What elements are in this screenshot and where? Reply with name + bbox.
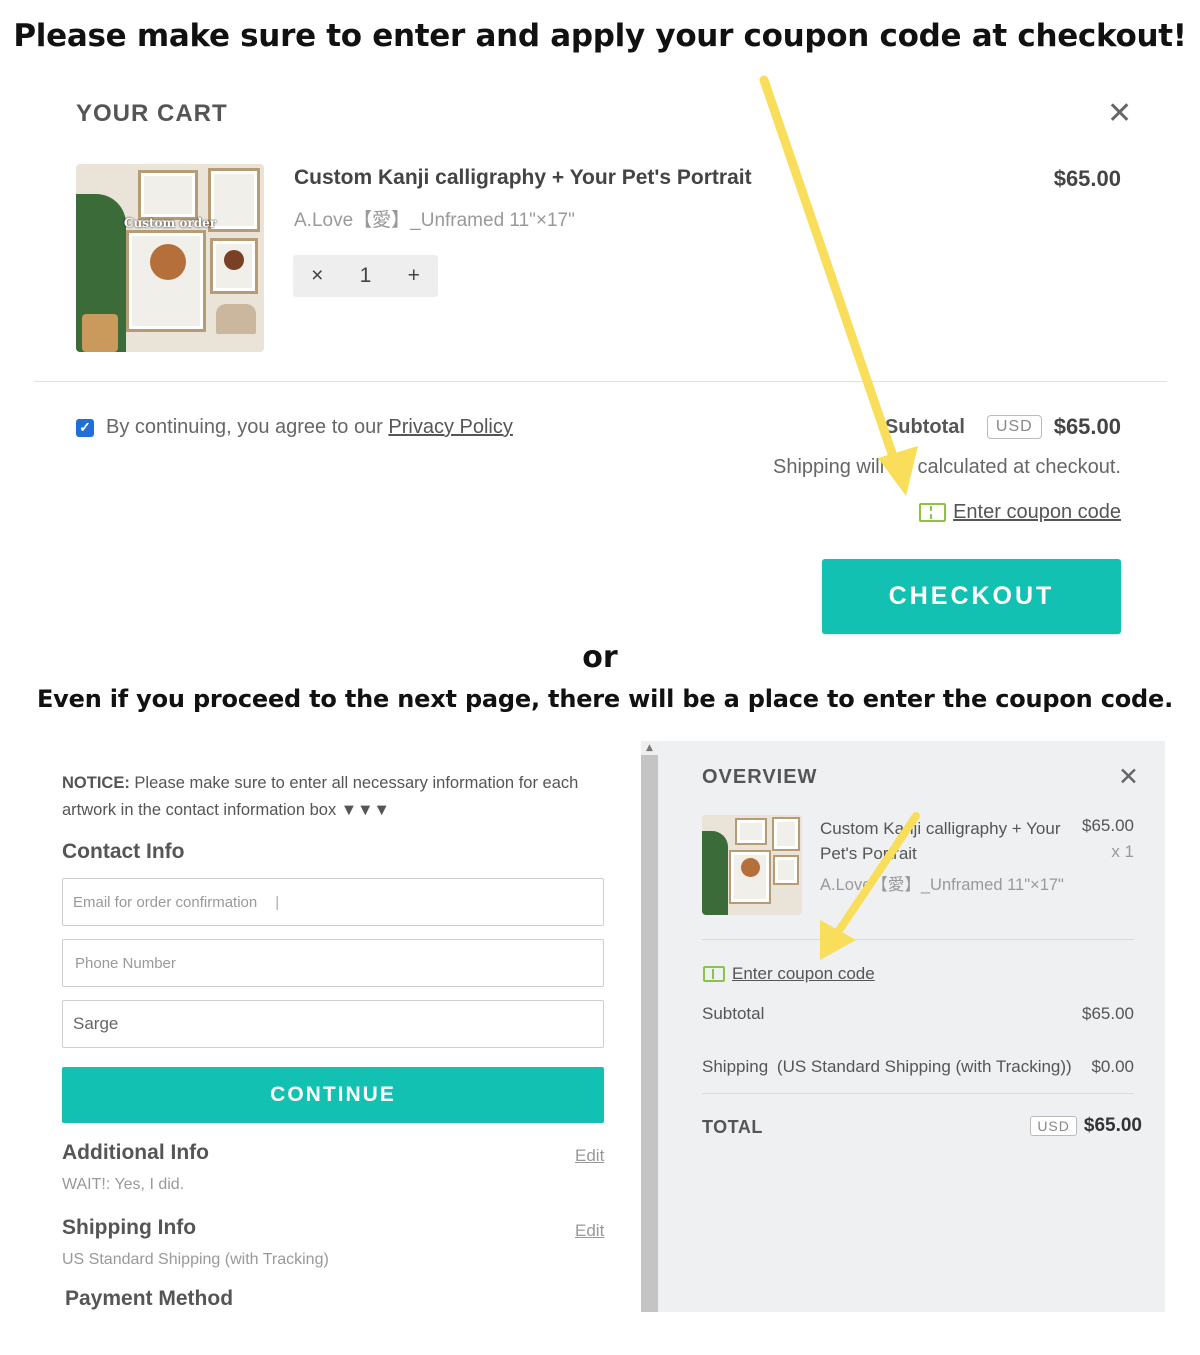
privacy-agreement: ✓ By continuing, you agree to our Privac… xyxy=(76,416,513,439)
overview-item-name: Custom Kanji calligraphy + Your Pet's Po… xyxy=(820,816,1061,866)
cart-coupon-link[interactable]: Enter coupon code xyxy=(919,501,1121,524)
privacy-policy-link[interactable]: Privacy Policy xyxy=(388,416,512,439)
overview-coupon-text[interactable]: Enter coupon code xyxy=(732,964,875,984)
overview-currency-badge[interactable]: USD xyxy=(1030,1116,1077,1136)
overview-item-price: $65.00 xyxy=(1082,816,1134,835)
subtotal-label: Subtotal xyxy=(884,415,965,438)
close-icon[interactable]: ✕ xyxy=(1107,96,1132,131)
quantity-value[interactable]: 1 xyxy=(360,264,372,288)
contact-info-heading: Contact Info xyxy=(62,840,185,863)
name-value: Sarge xyxy=(73,1014,119,1033)
thumbnail-label: Custom order xyxy=(123,216,217,230)
subtotal-value: $65.00 xyxy=(1053,414,1121,439)
overview-subtotal-value: $65.00 xyxy=(1082,1004,1134,1023)
quantity-increase-button[interactable]: + xyxy=(408,264,420,288)
overview-total-value: $65.00 xyxy=(1083,1115,1142,1136)
overview-shipping-label: Shipping xyxy=(702,1057,769,1076)
overview-item-qty: x 1 xyxy=(1111,842,1134,861)
email-placeholder: Email for order confirmation xyxy=(73,893,258,911)
overview-title: OVERVIEW xyxy=(702,766,818,788)
quantity-stepper: × 1 + xyxy=(293,255,438,297)
additional-edit-link[interactable]: Edit xyxy=(575,1146,604,1166)
instruction-headline: Please make sure to enter and apply your… xyxy=(13,18,1187,54)
additional-info-value: WAIT!: Yes, I did. xyxy=(62,1176,185,1193)
overview-close-icon[interactable]: ✕ xyxy=(1118,762,1139,791)
cart-divider xyxy=(34,381,1167,382)
notice-body: Please make sure to enter all necessary … xyxy=(62,774,579,819)
shipping-note: Shipping will be calculated at checkout. xyxy=(773,456,1121,478)
shipping-info-value: US Standard Shipping (with Tracking) xyxy=(62,1251,329,1268)
cart-subtotal-row: Subtotal USD $65.00 xyxy=(885,414,1121,440)
overview-coupon-link[interactable]: Enter coupon code xyxy=(703,964,875,984)
continue-button[interactable]: CONTINUE xyxy=(62,1067,604,1123)
coupon-ticket-icon xyxy=(919,503,947,522)
quantity-remove-button[interactable]: × xyxy=(311,264,323,288)
product-name[interactable]: Custom Kanji calligraphy + Your Pet's Po… xyxy=(294,166,752,190)
currency-badge[interactable]: USD xyxy=(986,415,1042,439)
overview-item-name-line2: Pet's Portrait xyxy=(820,844,917,863)
email-field[interactable]: Email for order confirmation | xyxy=(62,878,604,926)
product-variant: A.Love【愛】_Unframed 11"×17" xyxy=(294,210,575,231)
overview-divider-2 xyxy=(702,1093,1134,1094)
overview-item-name-line1: Custom Kanji calligraphy + Your xyxy=(820,819,1061,838)
overview-total-row: USD $65.00 xyxy=(1030,1115,1142,1137)
or-separator: or xyxy=(582,640,618,675)
phone-placeholder: Phone Number xyxy=(75,954,176,972)
overview-total-label: TOTAL xyxy=(702,1117,763,1137)
overview-shipping-method: (US Standard Shipping (with Tracking)) xyxy=(776,1057,1072,1076)
overview-item-variant: A.Love【愛】_Unframed 11"×17" xyxy=(820,876,1064,894)
checkout-button[interactable]: CHECKOUT xyxy=(822,559,1121,634)
agreement-text: By continuing, you agree to our xyxy=(106,416,389,438)
secondary-headline: Even if you proceed to the next page, th… xyxy=(36,685,1173,713)
product-thumbnail: Custom order xyxy=(76,164,264,352)
payment-method-heading: Payment Method xyxy=(65,1287,234,1310)
checkbox-checked-icon[interactable]: ✓ xyxy=(76,418,94,437)
scroll-up-icon[interactable]: ▲ xyxy=(641,741,658,755)
shipping-edit-link[interactable]: Edit xyxy=(575,1221,604,1241)
overview-shipping-value: $0.00 xyxy=(1091,1057,1134,1076)
phone-field[interactable]: Phone Number xyxy=(62,939,604,987)
overview-subtotal-label: Subtotal xyxy=(702,1004,765,1023)
coupon-ticket-icon xyxy=(703,966,725,982)
notice-text: NOTICE: Please make sure to enter all ne… xyxy=(62,770,612,824)
shipping-info-heading: Shipping Info xyxy=(62,1216,197,1239)
overview-shipping: Shipping (US Standard Shipping (with Tra… xyxy=(702,1057,1072,1077)
overview-thumbnail xyxy=(702,815,802,915)
scrollbar[interactable] xyxy=(641,741,658,1312)
product-price: $65.00 xyxy=(1053,166,1121,191)
name-field[interactable]: Sarge xyxy=(62,1000,604,1048)
cart-title: YOUR CART xyxy=(76,100,228,127)
text-cursor: | xyxy=(275,893,280,911)
additional-info-heading: Additional Info xyxy=(62,1141,209,1164)
overview-divider xyxy=(702,939,1134,940)
coupon-link-text[interactable]: Enter coupon code xyxy=(953,501,1121,524)
notice-label: NOTICE: xyxy=(62,774,130,792)
